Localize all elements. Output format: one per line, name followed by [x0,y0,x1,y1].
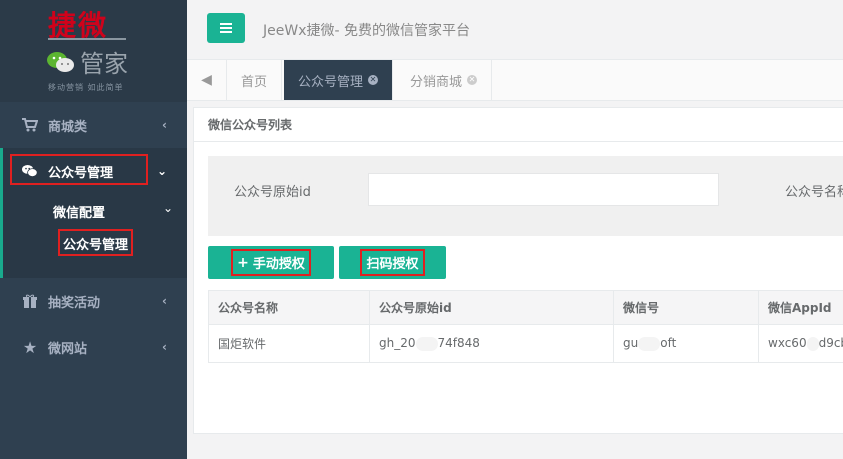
chevron-left-icon: ‹ [162,340,167,354]
button-label: 手动授权 [252,257,305,272]
column-header[interactable]: 公众号名称 [208,290,370,325]
table-header-row: 公众号名称 公众号原始id 微信号 微信AppId [208,290,843,325]
hamburger-icon [220,27,232,29]
cell-text: 74f848 [437,336,480,351]
panel-title: 微信公众号列表 [208,118,293,132]
chevron-left-icon: ‹ [162,118,167,132]
close-icon[interactable]: ✕ [467,75,478,85]
sidebar-item-label: 微网站 [48,341,88,357]
redaction [806,336,819,351]
cell-text: gh_20 [379,336,416,351]
redaction [638,336,661,351]
logo-divider [48,38,126,40]
menu-toggle-button[interactable] [207,13,245,43]
highlight-box: 扫码授权 [360,249,425,276]
column-header[interactable]: 公众号原始id [369,290,614,325]
search-label-account-name: 公众号名称 [785,185,843,200]
tab-home[interactable]: 首页 [227,60,283,100]
chevron-down-icon: ⌄ [163,201,174,215]
cell-text: oft [660,336,677,351]
gift-icon [22,293,38,309]
double-chevron-left-icon: ◀ [201,72,212,88]
sidebar-item-microsite[interactable]: ★ 微网站 ‹ [0,324,187,370]
tab-label: 分销商城 [410,74,463,90]
tab-distribution-mall[interactable]: 分销商城 ✕ [396,60,493,100]
cell-appid: wxc60 d9cb [758,324,843,363]
redaction [415,336,438,351]
tab-label: 公众号管理 [298,74,364,90]
sidebar: 捷微 管家 移动营销 如此简单 商城类 ‹ 公众号管理 ⌄ 微信配置 ⌄ 公众号… [0,0,187,459]
origin-id-input[interactable] [368,173,719,206]
column-header[interactable]: 微信AppId [758,290,843,325]
plus-icon: + [237,254,249,271]
cart-icon [22,117,38,133]
button-label: 扫码授权 [366,257,419,272]
column-header[interactable]: 微信号 [613,290,759,325]
highlight-box [58,229,133,256]
table-row[interactable]: 国炬软件 gh_20 74f848 gu oft wxc60 d9cb [208,324,843,363]
cell-text: wxc60 [768,336,807,351]
app-title: JeeWx捷微- 免费的微信管家平台 [263,23,470,39]
top-bar: JeeWx捷微- 免费的微信管家平台 [187,0,843,60]
manual-auth-button[interactable]: + 手动授权 [208,246,334,279]
sidebar-item-label: 抽奖活动 [48,295,101,311]
logo-tagline: 移动营销 如此简单 [48,83,124,92]
close-icon[interactable]: ✕ [368,75,379,85]
search-form: 公众号原始id 公众号名称 [208,156,843,236]
highlight-box [10,154,148,185]
cell-wechat-id: gu oft [613,324,759,363]
cell-text: d9cb [818,336,843,351]
sidebar-item-label: 商城类 [48,119,88,135]
chevron-down-icon: ⌄ [156,164,167,178]
tab-scroll-left-button[interactable]: ◀ [187,60,227,100]
scan-auth-button[interactable]: 扫码授权 [339,246,446,279]
divider [194,141,843,142]
tab-account-mgmt[interactable]: 公众号管理 ✕ [284,60,394,100]
wechat-logo-icon [47,52,74,72]
logo-sub-text: 管家 [80,50,128,78]
star-icon: ★ [22,337,38,357]
sidebar-subitem-wechat-config[interactable]: 微信配置 [53,202,105,221]
main-panel: 微信公众号列表 公众号原始id 公众号名称 + 手动授权 扫码授权 公众号名称 … [193,107,843,434]
sidebar-item-shop[interactable]: 商城类 ‹ [0,102,187,148]
logo: 捷微 管家 移动营销 如此简单 [0,0,187,102]
tab-label: 首页 [241,74,268,90]
highlight-box: + 手动授权 [231,249,311,276]
account-table: 公众号名称 公众号原始id 微信号 微信AppId 国炬软件 gh_20 74f8… [208,290,843,363]
chevron-left-icon: ‹ [162,294,167,308]
search-label-origin-id: 公众号原始id [234,185,311,200]
cell-origin-id: gh_20 74f848 [369,324,614,363]
tab-bar: ◀ 首页 公众号管理 ✕ 分销商城 ✕ [187,60,843,101]
cell-text: gu [623,336,639,351]
sidebar-item-lottery[interactable]: 抽奖活动 ‹ [0,278,187,324]
cell-name: 国炬软件 [208,324,370,363]
